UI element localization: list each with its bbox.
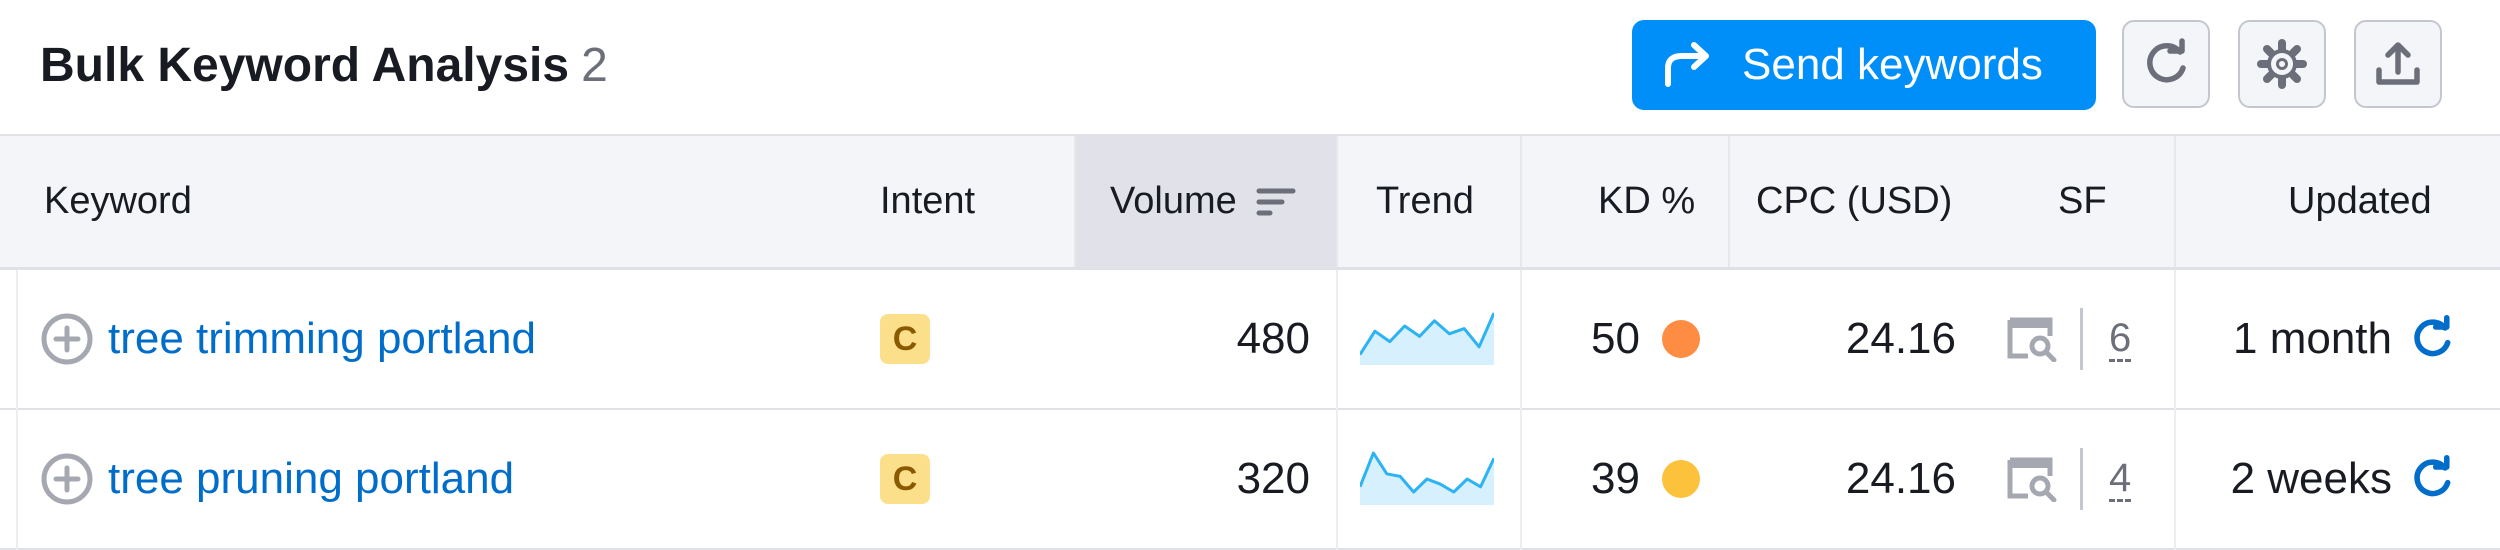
updated-cell: 1 month bbox=[2174, 270, 2456, 408]
column-divider bbox=[1728, 136, 1730, 267]
page-title: Bulk Keyword Analysis 2 bbox=[40, 36, 608, 96]
row-left-border bbox=[16, 270, 18, 410]
add-circle-icon[interactable] bbox=[40, 312, 94, 366]
kd-value: 50 bbox=[1591, 314, 1640, 363]
keyword-link[interactable]: tree trimming portland bbox=[108, 314, 536, 364]
table-row: tree pruning portland C 320 39 24.16 4 2… bbox=[0, 410, 2500, 550]
send-keywords-label: Send keywords bbox=[1742, 40, 2043, 89]
settings-button[interactable] bbox=[2238, 20, 2326, 108]
serp-features-icon[interactable] bbox=[2006, 316, 2058, 362]
kd-cell: 39 bbox=[1520, 410, 1700, 548]
column-sf-label: SF bbox=[2058, 180, 2107, 222]
column-keyword[interactable]: Keyword bbox=[44, 136, 192, 267]
sf-cell: 4 bbox=[2006, 410, 2132, 548]
updated-value: 2 weeks bbox=[2230, 454, 2392, 503]
intent-badge: C bbox=[880, 454, 930, 504]
volume-value: 320 bbox=[1236, 454, 1310, 503]
row-left-border bbox=[16, 410, 18, 550]
page-title-text: Bulk Keyword Analysis bbox=[40, 39, 570, 92]
column-volume-label: Volume bbox=[1110, 180, 1237, 222]
column-intent-label: Intent bbox=[880, 180, 976, 222]
sf-cell: 6 bbox=[2006, 270, 2132, 408]
refresh-icon bbox=[2147, 38, 2186, 83]
updated-value: 1 month bbox=[2233, 314, 2392, 363]
volume-cell: 480 bbox=[1074, 270, 1310, 408]
cpc-cell: 24.16 bbox=[1728, 270, 1956, 408]
refresh-button[interactable] bbox=[2122, 20, 2210, 108]
column-divider bbox=[1336, 270, 1338, 410]
column-keyword-label: Keyword bbox=[44, 180, 192, 222]
keyword-cell: tree trimming portland bbox=[40, 270, 536, 408]
keyword-cell: tree pruning portland bbox=[40, 410, 514, 548]
volume-cell: 320 bbox=[1074, 410, 1310, 548]
column-divider bbox=[1336, 136, 1338, 267]
sf-count[interactable]: 4 bbox=[2109, 457, 2132, 502]
gear-icon bbox=[2257, 39, 2307, 89]
send-keywords-button[interactable]: Send keywords bbox=[1632, 20, 2096, 110]
refresh-icon[interactable] bbox=[2408, 455, 2456, 503]
column-divider bbox=[1074, 136, 1076, 267]
column-updated-label: Updated bbox=[2288, 180, 2432, 222]
sf-separator bbox=[2080, 308, 2083, 370]
keyword-count: 2 bbox=[581, 39, 608, 92]
trend-cell bbox=[1360, 410, 1494, 548]
column-divider bbox=[1336, 410, 1338, 550]
refresh-icon[interactable] bbox=[2408, 315, 2456, 363]
updated-cell: 2 weeks bbox=[2174, 410, 2456, 548]
trend-cell bbox=[1360, 270, 1494, 408]
trend-sparkline bbox=[1360, 312, 1494, 365]
kd-cell: 50 bbox=[1520, 270, 1700, 408]
intent-cell: C bbox=[880, 410, 930, 548]
kd-difficulty-dot bbox=[1662, 460, 1700, 498]
column-divider bbox=[2174, 136, 2176, 267]
column-trend-label: Trend bbox=[1376, 180, 1474, 222]
keyword-link[interactable]: tree pruning portland bbox=[108, 454, 514, 504]
table-header: Keyword Intent Volume Trend KD % CPC (US… bbox=[0, 136, 2500, 270]
kd-value: 39 bbox=[1591, 454, 1640, 503]
column-trend[interactable]: Trend bbox=[1376, 136, 1474, 267]
table-row: tree trimming portland C 480 50 24.16 6 … bbox=[0, 270, 2500, 410]
column-updated[interactable]: Updated bbox=[2288, 136, 2432, 267]
intent-badge: C bbox=[880, 314, 930, 364]
volume-value: 480 bbox=[1236, 314, 1310, 363]
page-header: Bulk Keyword Analysis 2 Send keywords bbox=[0, 0, 2500, 136]
share-arrow-icon bbox=[1665, 42, 1709, 87]
column-cpc-label: CPC (USD) bbox=[1756, 180, 1953, 222]
column-kd[interactable]: KD % bbox=[1598, 136, 1695, 267]
add-circle-icon[interactable] bbox=[40, 452, 94, 506]
sf-count[interactable]: 6 bbox=[2109, 317, 2132, 362]
sort-descending-icon bbox=[1256, 188, 1296, 215]
upload-icon bbox=[2376, 42, 2420, 85]
cpc-value: 24.16 bbox=[1845, 314, 1956, 363]
intent-cell: C bbox=[880, 270, 930, 408]
column-intent[interactable]: Intent bbox=[880, 136, 975, 267]
export-button[interactable] bbox=[2354, 20, 2442, 108]
cpc-cell: 24.16 bbox=[1728, 410, 1956, 548]
column-kd-label: KD % bbox=[1598, 180, 1696, 222]
bulk-keyword-analysis-page: Bulk Keyword Analysis 2 Send keywords Ke… bbox=[0, 0, 2500, 550]
cpc-value: 24.16 bbox=[1845, 454, 1956, 503]
serp-features-icon[interactable] bbox=[2006, 456, 2058, 502]
column-sf[interactable]: SF bbox=[2058, 136, 2107, 267]
column-cpc[interactable]: CPC (USD) bbox=[1756, 136, 1952, 267]
sf-separator bbox=[2080, 448, 2083, 510]
trend-sparkline bbox=[1360, 451, 1494, 505]
column-divider bbox=[1520, 136, 1522, 267]
column-volume[interactable]: Volume bbox=[1074, 136, 1336, 267]
kd-difficulty-dot bbox=[1662, 320, 1700, 358]
